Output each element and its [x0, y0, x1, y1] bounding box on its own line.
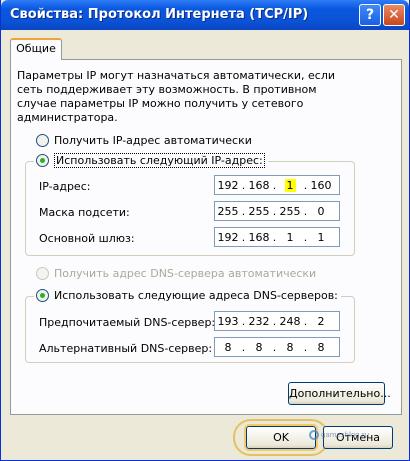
gateway-octet-2: 168	[248, 230, 270, 244]
close-button[interactable]: ✕	[383, 4, 405, 26]
dns-manual-option[interactable]: Использовать следующие адреса DNS-сервер…	[34, 289, 341, 302]
help-icon: ?	[365, 7, 375, 23]
ip-address-octet-4: 160	[310, 178, 332, 192]
gateway-octet-4: 1	[317, 230, 325, 244]
description-text: Параметры IP могут назначаться автоматич…	[17, 69, 336, 124]
subnet-mask-label: Маска подсети:	[39, 206, 130, 219]
alternate-dns-field[interactable]: 8. 8. 8. 8	[214, 337, 340, 357]
subnet-mask-field[interactable]: 255. 255. 255. 0	[214, 201, 340, 221]
tab-general[interactable]: Общие	[10, 38, 62, 60]
ip-manual-label: Использовать следующий IP-адрес:	[54, 153, 265, 168]
ip-manual-option[interactable]: Использовать следующий IP-адрес:	[34, 153, 268, 168]
watermark: gamesblog.ru	[321, 431, 370, 439]
dns-auto-option[interactable]: Получить адрес DNS-сервера автоматически	[34, 267, 320, 280]
ip-address-field[interactable]: 192. 168. 1. 160	[214, 175, 340, 195]
properties-dialog: Свойства: Протокол Интернета (TCP/IP) ? …	[0, 0, 410, 461]
ok-button[interactable]: OK	[244, 424, 318, 451]
ip-address-label: IP-адрес:	[39, 180, 91, 193]
ip-address-octet-3: 1	[284, 178, 296, 192]
alternate-dns-octet-1: 8	[224, 340, 232, 354]
ip-auto-option[interactable]: Получить IP-адрес автоматически	[34, 134, 255, 147]
subnet-mask-octet-4: 0	[317, 204, 325, 218]
preferred-dns-field[interactable]: 193. 232. 248. 2	[214, 311, 340, 331]
alternate-dns-label: Альтернативный DNS-сервер:	[39, 342, 213, 355]
close-icon: ✕	[388, 7, 400, 23]
gateway-octet-1: 192	[217, 230, 239, 244]
subnet-mask-octet-3: 255	[279, 204, 301, 218]
alternate-dns-octet-4: 8	[317, 340, 325, 354]
advanced-button[interactable]: Дополнительно...	[288, 382, 391, 405]
preferred-dns-octet-1: 193	[217, 314, 239, 328]
preferred-dns-label: Предпочитаемый DNS-сервер:	[39, 316, 216, 329]
alternate-dns-octet-2: 8	[255, 340, 263, 354]
gateway-field[interactable]: 192. 168. 1. 1	[214, 227, 340, 247]
ip-auto-label: Получить IP-адрес автоматически	[54, 134, 252, 147]
gateway-label: Основной шлюз:	[39, 232, 135, 245]
preferred-dns-octet-4: 2	[317, 314, 325, 328]
dns-manual-label: Использовать следующие адреса DNS-сервер…	[54, 289, 338, 302]
dns-manual-radio[interactable]	[36, 289, 49, 302]
preferred-dns-octet-3: 248	[279, 314, 301, 328]
subnet-mask-octet-1: 255	[217, 204, 239, 218]
ip-auto-radio[interactable]	[36, 134, 49, 147]
ip-address-octet-2: 168	[248, 178, 270, 192]
preferred-dns-octet-2: 232	[248, 314, 270, 328]
ip-manual-radio[interactable]	[36, 154, 49, 167]
help-button[interactable]: ?	[359, 4, 381, 26]
dns-auto-radio[interactable]	[36, 267, 49, 280]
watermark-icon	[309, 430, 319, 440]
gateway-octet-3: 1	[286, 230, 294, 244]
window-title: Свойства: Протокол Интернета (TCP/IP)	[10, 7, 309, 22]
ip-address-octet-1: 192	[217, 178, 239, 192]
dns-auto-label: Получить адрес DNS-сервера автоматически	[54, 267, 317, 280]
subnet-mask-octet-2: 255	[248, 204, 270, 218]
title-bar[interactable]: Свойства: Протокол Интернета (TCP/IP) ? …	[1, 0, 409, 30]
alternate-dns-octet-3: 8	[286, 340, 294, 354]
